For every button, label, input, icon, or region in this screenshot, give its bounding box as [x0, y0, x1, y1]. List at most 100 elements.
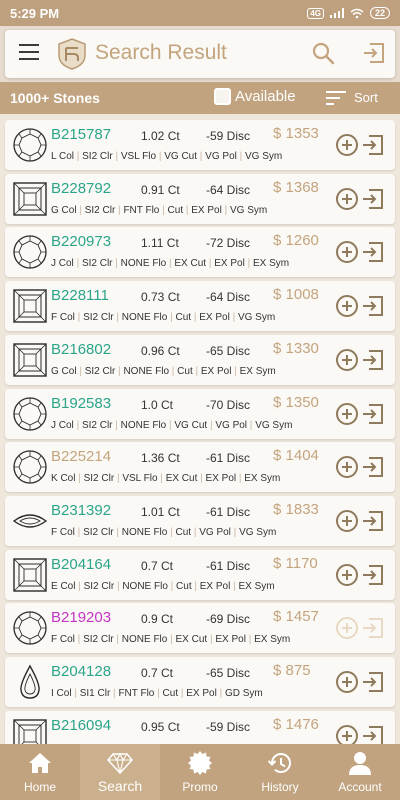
round-shape-icon	[13, 611, 47, 645]
spec-color: G Col	[51, 365, 77, 377]
spec-clarity: SI2 Clr	[83, 634, 114, 646]
stone-row[interactable]: B216802 0.96 Ct -65 Disc $ 1330 G Col | SI2 …	[5, 334, 395, 385]
sort-button[interactable]: Sort	[326, 90, 378, 105]
stock-number[interactable]: B228111	[51, 287, 109, 304]
stock-number[interactable]: B225214	[51, 448, 111, 465]
nav-item-history[interactable]: History	[240, 744, 320, 800]
spec-divider: |	[156, 151, 165, 162]
discount: -61 Disc	[206, 451, 251, 466]
stone-row[interactable]: B204164 0.7 Ct -61 Disc $ 1170 E Col | SI2 C…	[5, 549, 395, 600]
battery-icon: 22	[369, 7, 390, 19]
stock-number[interactable]: B204128	[51, 663, 111, 680]
add-circle-icon[interactable]	[335, 670, 359, 694]
add-circle-icon[interactable]	[335, 563, 359, 587]
signal-icon	[329, 8, 344, 18]
spec-divider: |	[73, 151, 83, 162]
add-to-cart-icon[interactable]	[361, 509, 385, 533]
stone-row[interactable]: B192583 1.0 Ct -70 Disc $ 1350 J Col | SI2 C…	[5, 388, 395, 439]
bottom-nav: Home Search Promo History Account	[0, 744, 400, 800]
spec-symmetry: EX Sym	[238, 580, 275, 592]
add-to-cart-icon[interactable]	[361, 724, 385, 744]
status-icons: 4G 22	[307, 7, 390, 19]
spec-polish: EX Pol	[200, 365, 232, 377]
nav-item-promo[interactable]: Promo	[160, 744, 240, 800]
stock-number[interactable]: B219203	[51, 609, 111, 626]
spec-cut: Cut	[167, 204, 184, 216]
add-to-cart-icon[interactable]	[361, 240, 385, 264]
stone-row[interactable]: B220973 1.11 Ct -72 Disc $ 1260 J Col | SI2 …	[5, 227, 395, 278]
spec-polish: EX Pol	[191, 204, 222, 216]
stock-number[interactable]: B215787	[51, 126, 111, 143]
search-icon[interactable]	[310, 40, 336, 66]
spec-divider: |	[112, 258, 121, 270]
nav-label: Promo	[182, 780, 218, 794]
nav-item-home[interactable]: Home	[0, 744, 80, 800]
stock-number[interactable]: B220973	[51, 233, 111, 250]
add-circle-icon[interactable]	[335, 455, 359, 479]
add-circle-icon[interactable]	[335, 509, 359, 533]
carat-weight: 0.95 Ct	[141, 719, 180, 734]
stone-row[interactable]: B216094 0.95 Ct -59 Disc $ 1476	[5, 710, 395, 744]
spec-fluor: VSL Flo	[120, 151, 157, 162]
add-to-cart-icon[interactable]	[361, 348, 385, 372]
checkbox-box[interactable]	[214, 88, 231, 105]
add-to-cart-icon[interactable]	[361, 670, 385, 694]
add-circle-icon[interactable]	[335, 402, 359, 426]
spec-cut: Cut	[175, 312, 192, 324]
spec-line: K Col | SI2 Clr | VSL Flo | EX Cut | EX …	[51, 473, 280, 484]
stock-number[interactable]: B192583	[51, 395, 111, 412]
add-to-cart-icon[interactable]	[361, 187, 385, 211]
add-circle-icon[interactable]	[335, 240, 359, 264]
spec-divider: |	[231, 365, 240, 377]
stock-number[interactable]: B216094	[51, 717, 111, 734]
spec-fluor: FNT Flo	[123, 204, 160, 216]
header-card: Search Result	[5, 30, 395, 78]
spec-symmetry: VG Sym	[239, 526, 277, 538]
nav-label: Home	[23, 780, 56, 794]
spec-cut: VG Cut	[164, 151, 198, 162]
add-to-cart-icon[interactable]	[361, 563, 385, 587]
add-to-cart-icon[interactable]	[361, 616, 385, 640]
add-circle-icon[interactable]	[335, 187, 359, 211]
stock-number[interactable]: B204164	[51, 556, 111, 573]
spec-fluor: NONE Flo	[123, 365, 169, 377]
square-shape-icon	[13, 181, 47, 216]
stone-row[interactable]: B228111 0.73 Ct -64 Disc $ 1008 F Col | SI2 …	[5, 281, 395, 332]
add-to-cart-icon[interactable]	[361, 402, 385, 426]
stone-row[interactable]: B231392 1.01 Ct -61 Disc $ 1833 F Col | SI2 …	[5, 495, 395, 546]
wifi-icon	[350, 8, 364, 18]
stone-row[interactable]: B228792 0.91 Ct -64 Disc $ 1368 G Col | SI2 …	[5, 173, 395, 224]
stone-list[interactable]: B215787 1.02 Ct -59 Disc $ 1353 L Col | SI2 …	[0, 114, 400, 744]
discount: -64 Disc	[206, 290, 251, 305]
menu-icon[interactable]	[19, 44, 39, 62]
stock-number[interactable]: B228792	[51, 180, 111, 197]
stone-row[interactable]: B204128 0.7 Ct -65 Disc $ 875 I Col | SI1 Cl…	[5, 657, 395, 707]
discount: -70 Disc	[206, 397, 251, 412]
stone-row[interactable]: B215787 1.02 Ct -59 Disc $ 1353 L Col | SI2 …	[5, 120, 395, 170]
stone-row[interactable]: B225214 1.36 Ct -61 Disc $ 1404 K Col | SI2 …	[5, 442, 395, 493]
nav-item-search[interactable]: Search	[80, 744, 160, 800]
add-circle-icon[interactable]	[335, 724, 359, 744]
add-circle-icon[interactable]	[335, 133, 359, 157]
spec-symmetry: VG Sym	[245, 151, 283, 162]
spec-divider: |	[236, 151, 246, 162]
spec-divider: |	[157, 473, 166, 485]
spec-divider: |	[192, 365, 201, 377]
add-circle-icon[interactable]	[335, 616, 359, 640]
spec-divider: |	[113, 312, 122, 324]
nav-item-account[interactable]: Account	[320, 744, 400, 800]
spec-divider: |	[247, 419, 256, 431]
spec-color: F Col	[51, 312, 75, 324]
add-to-cart-icon[interactable]	[361, 455, 385, 479]
add-circle-icon[interactable]	[335, 294, 359, 318]
spec-line: F Col | SI2 Clr | NONE Flo | Cut | EX Po…	[51, 312, 275, 323]
stock-number[interactable]: B231392	[51, 502, 111, 519]
stock-number[interactable]: B216802	[51, 341, 111, 358]
login-icon[interactable]	[361, 40, 387, 66]
spec-fluor: NONE Flo	[120, 419, 167, 431]
add-to-cart-icon[interactable]	[361, 133, 385, 157]
add-to-cart-icon[interactable]	[361, 294, 385, 318]
available-checkbox[interactable]: Available	[214, 88, 296, 105]
stone-row[interactable]: B219203 0.9 Ct -69 Disc $ 1457 F Col | SI2 C…	[5, 603, 395, 654]
add-circle-icon[interactable]	[335, 348, 359, 372]
